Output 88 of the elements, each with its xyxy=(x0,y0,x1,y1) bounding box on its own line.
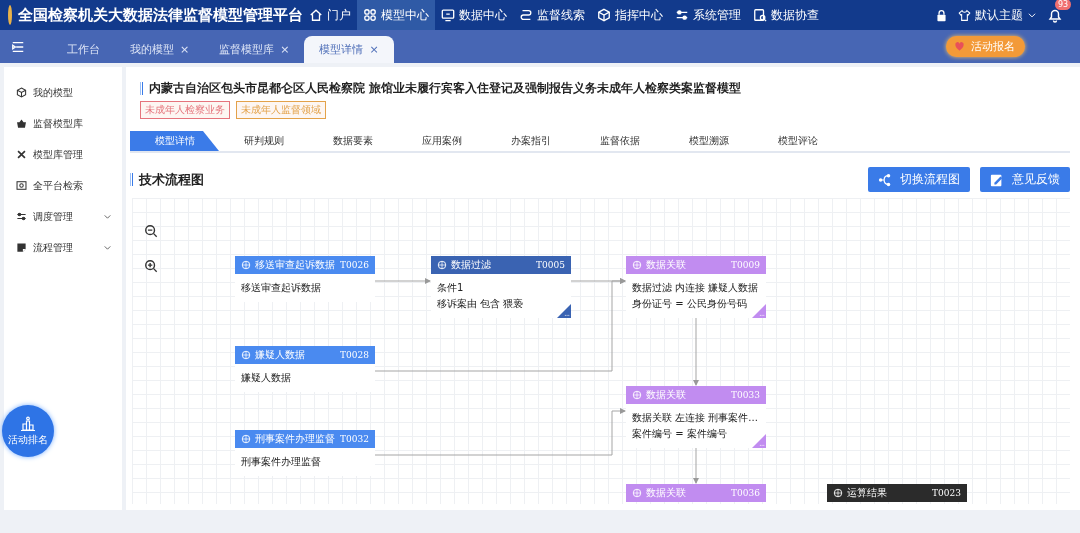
sliders-icon xyxy=(16,211,27,222)
detail-tab[interactable]: 办案指引 xyxy=(486,131,575,151)
nav-item[interactable]: 模型中心 xyxy=(357,0,435,30)
connector-arrow xyxy=(693,447,699,484)
nav-item[interactable]: 监督线索 xyxy=(513,0,591,30)
cube-icon xyxy=(597,8,611,22)
detail-tab[interactable]: 模型评论 xyxy=(753,131,842,151)
node-type-icon xyxy=(632,488,642,498)
nav-item[interactable]: 指挥中心 xyxy=(591,0,669,30)
nav-item[interactable]: 系统管理 xyxy=(669,0,747,30)
zoom-in-icon[interactable] xyxy=(144,259,158,273)
node-text: 嫌疑人数据 xyxy=(241,371,291,385)
nav-item[interactable]: 数据中心 xyxy=(435,0,513,30)
model-title: 内蒙古自治区包头市昆都仑区人民检察院 旅馆业未履行宾客入住登记及强制报告义务未成年人检察类案监督模型 xyxy=(149,81,741,96)
sidebar-item[interactable]: 我的模型 xyxy=(4,77,122,108)
sidebar-item[interactable]: 全平台检索 xyxy=(4,170,122,201)
basket-icon xyxy=(16,118,27,129)
detail-tab[interactable]: 研判规则 xyxy=(219,131,308,151)
activity-ranking-button[interactable]: 活动排名 xyxy=(2,405,54,457)
nav-item[interactable]: 数据协查 xyxy=(747,0,825,30)
node-text: 数据过滤 内连接 嫌疑人数据 xyxy=(632,281,759,295)
note-icon xyxy=(16,242,27,253)
nav-item[interactable]: 门户 xyxy=(303,0,357,30)
category-tag: 未成年人监督领域 xyxy=(236,101,326,119)
page-tab[interactable]: 模型详情 × xyxy=(304,36,394,63)
detail-tab[interactable]: 应用案例 xyxy=(397,131,486,151)
node-header[interactable]: 运算结果 T0023 xyxy=(827,484,967,502)
detail-tab[interactable]: 模型详情 xyxy=(130,131,219,151)
corner-menu-icon[interactable] xyxy=(752,304,766,318)
shirt-icon xyxy=(958,8,971,22)
node-header[interactable]: 数据过滤 T0005 xyxy=(431,256,571,274)
grid-icon xyxy=(363,8,377,22)
title-marker xyxy=(130,173,133,186)
connector-arrow xyxy=(693,317,699,386)
node-text: 移送审查起诉数据 xyxy=(241,281,321,295)
menu-icon xyxy=(10,39,26,54)
node-type-icon xyxy=(632,390,642,400)
node-text: 案件编号 = 案件编号 xyxy=(632,427,727,441)
bell-icon xyxy=(1047,7,1063,23)
detail-tab[interactable]: 模型溯源 xyxy=(664,131,753,151)
sidebar-item[interactable]: 流程管理 xyxy=(4,232,122,263)
close-icon[interactable]: × xyxy=(180,43,190,56)
search-icon xyxy=(16,180,27,191)
node-type-icon xyxy=(632,260,642,270)
chevron-down-icon xyxy=(1027,10,1037,20)
title-marker xyxy=(140,82,143,95)
switch-flowchart-button[interactable]: 切换流程图 xyxy=(868,167,970,192)
corner-menu-icon[interactable] xyxy=(752,434,766,448)
route-icon xyxy=(519,8,533,22)
theme-selector[interactable]: 默认主题 xyxy=(958,6,1037,24)
bar-chart-icon xyxy=(20,415,36,432)
tools-icon xyxy=(16,149,27,160)
page-tab[interactable]: 监督模型库 × xyxy=(204,36,305,63)
node-type-icon xyxy=(241,350,251,360)
page-tab[interactable]: 我的模型 × xyxy=(115,36,205,63)
branch-icon xyxy=(878,172,892,187)
home-icon xyxy=(309,8,323,22)
node-text: 条件1 xyxy=(437,281,464,295)
page-tab[interactable]: 工作台 xyxy=(52,36,115,63)
detail-tab[interactable]: 数据要素 xyxy=(308,131,397,151)
node-text: 数据关联 左连接 刑事案件... xyxy=(632,411,758,425)
node-text: 刑事案件办理监督 xyxy=(241,455,321,469)
app-title: 全国检察机关大数据法律监督模型管理平台 xyxy=(18,5,303,25)
sidebar-item[interactable]: 模型库管理 xyxy=(4,139,122,170)
close-icon[interactable]: × xyxy=(369,43,379,56)
node-text: 身份证号 = 公民身份号码 xyxy=(632,297,747,311)
sidebar-item[interactable]: 监督模型库 xyxy=(4,108,122,139)
category-tag: 未成年人检察业务 xyxy=(140,101,230,119)
lock-icon xyxy=(935,8,948,22)
notification-badge: 93 xyxy=(1055,0,1072,10)
corner-menu-icon[interactable] xyxy=(557,304,571,318)
monitor-icon xyxy=(441,8,455,22)
zoom-out-icon[interactable] xyxy=(144,224,158,238)
heart-icon xyxy=(954,41,965,52)
section-title: 技术流程图 xyxy=(139,170,204,189)
node-type-icon xyxy=(437,260,447,270)
sidebar-item[interactable]: 调度管理 xyxy=(4,201,122,232)
close-icon[interactable]: × xyxy=(280,43,290,56)
detail-tab[interactable]: 监督依据 xyxy=(575,131,664,151)
feedback-button[interactable]: 意见反馈 xyxy=(980,167,1070,192)
edit-icon xyxy=(990,172,1004,187)
sliders-icon xyxy=(675,8,689,22)
document-search-icon xyxy=(753,8,767,22)
node-type-icon xyxy=(241,260,251,270)
node-text: 移诉案由 包含 猥亵 xyxy=(437,297,524,311)
node-type-icon xyxy=(241,434,251,444)
node-type-icon xyxy=(833,488,843,498)
cube-icon xyxy=(16,87,27,98)
